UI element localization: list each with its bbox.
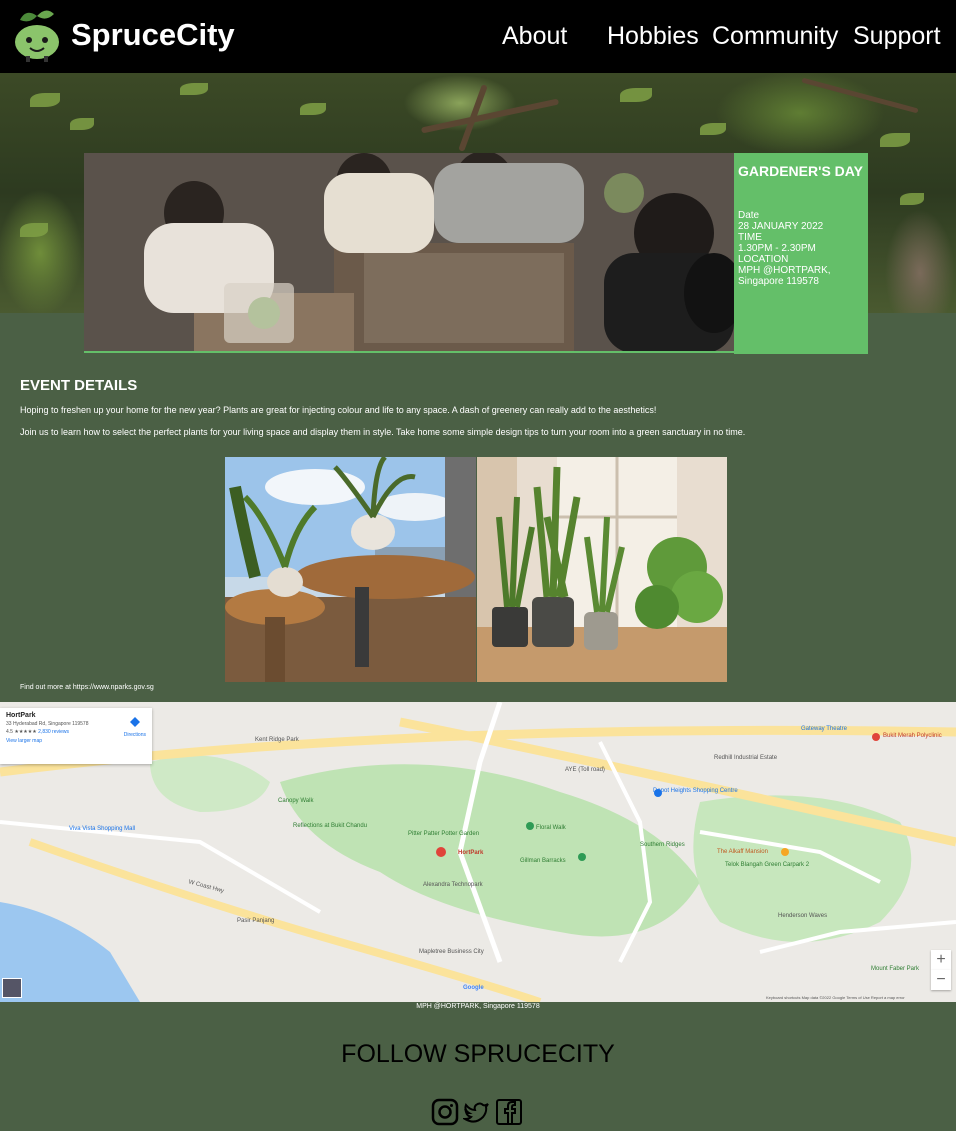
map-place-card: HortPark 33 Hyderabad Rd, Singapore 1195…: [0, 708, 152, 764]
follow-heading: FOLLOW SPRUCECITY: [341, 1040, 615, 1068]
nav-link-support[interactable]: Support: [853, 22, 941, 51]
map-label: Floral Walk: [536, 825, 566, 831]
satellite-toggle-button[interactable]: [2, 978, 22, 998]
event-title: GARDENER'S DAY: [738, 163, 863, 179]
map-label: Canopy Walk: [278, 798, 314, 804]
nav-link-community[interactable]: Community: [712, 22, 838, 51]
directions-icon: [129, 717, 140, 727]
twitter-icon[interactable]: [463, 1098, 491, 1126]
map-label: Pasir Panjang: [237, 918, 275, 924]
facebook-icon[interactable]: [495, 1098, 523, 1126]
map-label: Kent Ridge Park: [255, 737, 299, 743]
map-label: Viva Vista Shopping Mall: [69, 826, 136, 832]
map-caption: MPH @HORTPARK, Singapore 119578: [416, 1003, 540, 1010]
map-label: Henderson Waves: [778, 913, 828, 919]
location-label: LOCATION: [738, 254, 789, 265]
map-reviews-link[interactable]: 2,830 reviews: [38, 729, 69, 735]
map-label: Depot Heights Shopping Centre: [653, 788, 738, 794]
find-out-more-text: Find out more at https://www.nparks.gov.…: [20, 684, 154, 691]
map-footer-links[interactable]: Keyboard shortcuts Map data ©2022 Google…: [766, 995, 905, 1000]
event-location: MPH @HORTPARK, Singapore 119578: [738, 265, 831, 287]
details-paragraph-2: Join us to learn how to select the perfe…: [20, 427, 746, 437]
map-label: Pitter Patter Potter Garden: [408, 831, 480, 837]
top-nav: SpruceCity About Hobbies Community Suppo…: [0, 0, 956, 73]
instagram-icon[interactable]: [431, 1098, 459, 1126]
nav-link-about[interactable]: About: [502, 22, 567, 51]
logo-icon[interactable]: [12, 6, 62, 62]
embedded-map[interactable]: Kent Ridge Park AYE (Toll road) HortPark…: [0, 702, 956, 1002]
map-label: Google: [463, 985, 484, 991]
map-label: AYE (Toll road): [565, 767, 605, 773]
map-label: The Alkaff Mansion: [717, 849, 768, 855]
map-label: Mapletree Business City: [419, 949, 484, 955]
map-label: Reflections at Bukit Chandu: [293, 823, 368, 829]
map-label-hortpark: HortPark: [458, 850, 484, 856]
map-label: Redhill Industrial Estate: [714, 755, 778, 761]
date-label: Date: [738, 210, 760, 221]
map-label: Gateway Theatre: [801, 726, 847, 732]
map-label: Alexandra Technopark: [423, 882, 483, 888]
brand-name[interactable]: SpruceCity: [71, 17, 235, 53]
map-directions-button[interactable]: Directions: [124, 714, 146, 738]
map-label: Gillman Barracks: [520, 858, 566, 864]
map-label: Southern Ridges: [640, 842, 685, 848]
event-info-card: GARDENER'S DAY Date 28 JANUARY 2022 TIME…: [734, 153, 868, 354]
map-rating: 4.5 ★★★★★: [6, 729, 37, 735]
event-photo: [84, 153, 734, 353]
zoom-in-button[interactable]: +: [931, 950, 951, 970]
snake-plant-image: [477, 457, 727, 682]
details-paragraph-1: Hoping to freshen up your home for the n…: [20, 405, 657, 415]
event-date: 28 JANUARY 2022: [738, 221, 824, 232]
map-label: Mount Faber Park: [871, 966, 920, 972]
map-label: Telok Blangah Green Carpark 2: [725, 862, 810, 868]
view-larger-map-link[interactable]: View larger map: [6, 738, 146, 744]
map-label: Bukit Merah Polyclinic: [883, 733, 942, 739]
zoom-out-button[interactable]: −: [931, 970, 951, 990]
plant-table-image: [225, 457, 476, 682]
time-label: TIME: [738, 232, 762, 243]
event-details-heading: EVENT DETAILS: [20, 377, 138, 394]
nav-link-hobbies[interactable]: Hobbies: [607, 22, 699, 51]
event-time: 1.30PM - 2.30PM: [738, 243, 816, 254]
